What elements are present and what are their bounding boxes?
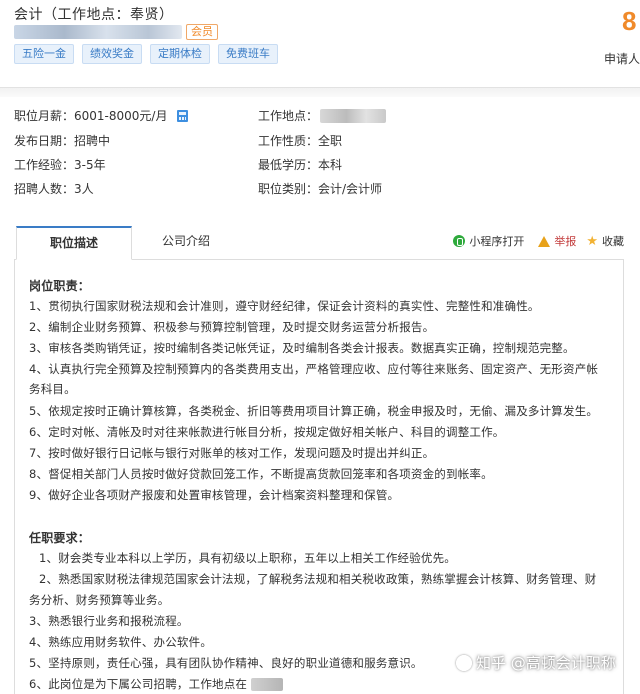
job-header: 会计（工作地点：奉贤） 会员 五险一金 绩效奖金 定期体检 免费班车 8 申请人 (0, 0, 640, 88)
job-description: 岗位职责： 1、贯彻执行国家财税法规和会计准则，遵守财经纪律，保证会计资料的真实… (14, 260, 624, 694)
company-name-blurred[interactable] (14, 25, 182, 39)
tab-tools: 小程序打开 举报 ★ 收藏 (453, 233, 624, 249)
duties-heading: 岗位职责： (29, 279, 91, 293)
requirement-line: 5、坚持原则，责任心强，具有团队协作精神、良好的职业道德和服务意识。 (29, 656, 423, 670)
benefit-tags: 五险一金 绩效奖金 定期体检 免费班车 (14, 44, 278, 64)
job-nature: 工作性质：全职 (258, 134, 343, 148)
report-link[interactable]: 举报 (554, 233, 576, 249)
requirements-heading: 任职要求： (29, 531, 91, 545)
duty-line: 8、督促相关部门人员按时做好贷款回笼工作，不断提高货款回笼率和各项资金的到帐率。 (29, 467, 493, 481)
publish-date: 发布日期：招聘中 (14, 134, 111, 148)
duty-line: 务科目。 (29, 382, 76, 396)
location-item: 工作地点： (258, 107, 387, 124)
requirement-line: 4、熟练应用财务软件、办公软件。 (29, 635, 213, 649)
salary-text: 职位月薪：6001-8000元/月 (14, 109, 168, 123)
star-icon[interactable]: ★ (586, 234, 598, 249)
watermark: 知乎 @高顿会计职称 (456, 652, 616, 673)
requirement-line-last: 6、此岗位是为下属公司招聘，工作地点在 (29, 676, 283, 692)
headcount: 招聘人数：3人 (14, 182, 94, 196)
duty-line: 2、编制企业财务预算、积极参与预算控制管理，及时提交财务运营分析报告。 (29, 320, 435, 334)
experience: 工作经验：3-5年 (14, 158, 106, 172)
location-blurred (250, 678, 283, 691)
watermark-text: 知乎 @高顿会计职称 (476, 654, 616, 672)
report-icon[interactable] (538, 235, 551, 247)
duty-line: 9、做好企业各项财产报废和处置审核管理，会计档案资料整理和保管。 (29, 488, 400, 502)
tab-company-intro[interactable]: 公司介绍 (162, 232, 210, 249)
calculator-icon[interactable] (177, 109, 189, 122)
member-badge: 会员 (186, 24, 218, 40)
requirement-line: 2、熟悉国家财税法律规范国家会计法规，了解税务法规和相关税收政策，熟练掌握会计核… (39, 572, 597, 586)
tab-job-description[interactable]: 职位描述 (16, 226, 132, 260)
benefit-tag: 定期体检 (150, 44, 210, 64)
duty-line: 1、贯彻执行国家财税法规和会计准则，遵守财经纪律，保证会计资料的真实性、完整性和… (29, 299, 540, 313)
benefit-tag: 免费班车 (218, 44, 278, 64)
watermark-avatar-icon (456, 654, 472, 671)
detail-tabs: 职位描述 公司介绍 小程序打开 举报 ★ 收藏 (14, 224, 624, 260)
requirement-line: 1、财会类专业本科以上学历，具有初级以上职称，五年以上相关工作经验优先。 (39, 551, 457, 565)
job-info: 职位月薪：6001-8000元/月 工作地点： 发布日期：招聘中 工作性质：全职… (0, 97, 640, 207)
favorite-link[interactable]: 收藏 (602, 233, 624, 249)
benefit-tag: 绩效奖金 (82, 44, 142, 64)
job-title: 会计（工作地点：奉贤） (14, 7, 174, 23)
duty-line: 4、认真执行完全预算及控制预算内的各类费用支出，严格管理应收、应付等往来账务、固… (29, 362, 599, 376)
duty-line: 5、依规定按时正确计算核算，各类税金、折旧等费用项目计算正确，税金申报及时，无偷… (29, 404, 599, 418)
job-category: 职位类别：会计/会计师 (258, 182, 383, 196)
requirement-line: 3、熟悉银行业务和报税流程。 (29, 614, 189, 628)
requirement-line: 务分析、财务预算等业务。 (29, 593, 170, 607)
applicant-label: 申请人 (604, 52, 640, 66)
salary-item: 职位月薪：6001-8000元/月 (14, 107, 189, 124)
company-row: 会员 (14, 24, 218, 40)
applicant-count: 8 (622, 6, 637, 36)
duty-line: 7、按时做好银行日记帐与银行对账单的核对工作，发现问题及时提出并纠正。 (29, 446, 435, 460)
location-label: 工作地点： (258, 109, 319, 123)
mini-program-link[interactable]: 小程序打开 (469, 233, 524, 249)
benefit-tag: 五险一金 (14, 44, 74, 64)
duty-line: 6、定时对帐、清帐及时对往来帐款进行帐目分析，按规定做好相关帐户、科目的调整工作… (29, 425, 505, 439)
requirement-text: 6、此岗位是为下属公司招聘，工作地点在 (29, 677, 248, 691)
mini-program-icon[interactable] (453, 235, 466, 247)
duty-line: 3、审核各类购销凭证，按时编制各类记帐凭证，及时编制各类会计报表。数据真实正确，… (29, 341, 575, 355)
education: 最低学历：本科 (258, 158, 343, 172)
section-divider (0, 87, 640, 97)
location-blurred (320, 108, 387, 123)
